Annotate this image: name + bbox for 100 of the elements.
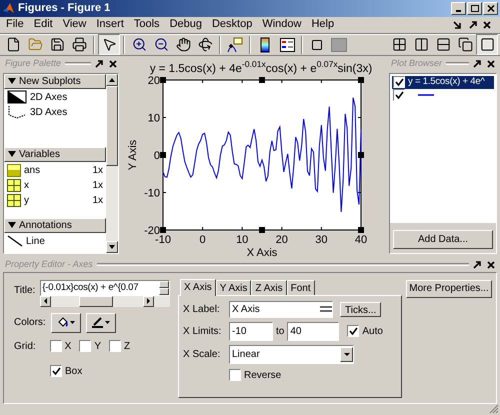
field-label: Colors: [14,316,46,330]
palette-item[interactable]: ans [24,162,40,178]
close-icon[interactable] [483,20,491,29]
tab[interactable]: Font [286,280,315,295]
menu-item[interactable]: Help [306,16,340,33]
close-icon[interactable] [487,60,495,68]
dock-arrow-icon[interactable] [453,20,461,29]
folder-icon [28,37,42,52]
pointer-icon [102,37,116,52]
plot-area[interactable] [162,79,362,230]
checkbox[interactable] [347,325,360,338]
field-label: X Limits: [183,324,222,339]
menu-item[interactable]: View [58,16,92,33]
chart-title: y = 1.5cos(x) + 4e$^{-0.01x}$cos(x) + e$^{0.07x}$sin(3x) [150,60,372,76]
close-button[interactable] [483,2,498,15]
field-label: Title: [14,284,36,298]
variable-size: 1x [92,194,103,208]
selection-handle[interactable] [160,76,166,83]
fill-color-button[interactable] [50,312,81,333]
panel-icon [331,38,347,52]
panel-title: Property Editor - Axes [5,258,93,271]
section-title: New Subplots [19,74,81,89]
checkbox-label: Y [94,340,102,354]
app-logo-icon [2,2,15,15]
tick-label: 30 [315,234,328,246]
checkbox[interactable] [50,340,62,352]
more-properties-button[interactable]: More Properties... [406,280,492,298]
panel-title: Figure Palette [5,56,62,70]
menu-item[interactable]: Window [257,16,306,33]
add-data-button[interactable]: Add Data... [393,230,493,249]
caret-icon [104,321,110,324]
line-color-button[interactable] [86,312,116,333]
tab[interactable]: Y Axis [216,280,252,295]
range-separator: to [276,324,284,339]
undock-arrow-icon[interactable] [473,260,481,269]
undock-arrow-icon[interactable] [473,60,481,68]
close-icon [486,4,494,12]
tick-label: 20 [148,74,160,87]
checkbox-label: X [64,340,72,354]
checkbox-label: Reverse [244,368,282,383]
vertical-scrollbar[interactable] [106,74,118,253]
expand-triangle-icon[interactable] [8,221,16,230]
tab[interactable]: X Axis [180,278,216,296]
undock-arrow-icon[interactable] [469,20,477,29]
palette-item[interactable]: x [24,178,29,193]
tick-label: 0 [154,150,160,162]
hand-icon [176,37,190,52]
save-icon [50,37,64,52]
selection-handle[interactable] [160,152,166,158]
checkbox[interactable] [79,340,92,352]
data-line[interactable] [162,96,362,212]
checkbox-label: Box [65,364,82,379]
tab[interactable]: Z Axis [251,280,287,295]
scale-dropdown[interactable]: Linear [229,344,354,364]
toolbar-button[interactable] [98,34,120,56]
section-title: Variables [19,148,60,162]
menu-item[interactable]: File [1,16,29,33]
palette-item[interactable]: 3D Axes [30,104,68,120]
menu-item[interactable]: Debug [164,16,207,33]
expand-triangle-icon[interactable] [8,77,16,86]
single-layout-icon [480,37,494,52]
checkbox[interactable] [50,365,62,378]
close-icon[interactable] [109,60,117,68]
axis-label: Y Axis [127,140,139,170]
close-icon[interactable] [487,260,495,269]
field-label: Grid: [14,340,36,354]
x-max-field[interactable]: 40 [287,322,340,341]
horizontal-scrollbar[interactable] [40,296,170,307]
tick-label: 10 [148,112,160,124]
toolbar-button[interactable] [476,34,498,56]
checkbox-label: Auto [362,324,383,339]
section-header[interactable]: New Subplots [4,74,106,89]
caret-icon [70,321,75,324]
ticks-button[interactable]: Ticks... [340,302,382,317]
checkbox[interactable] [393,76,405,88]
x-min-field[interactable]: -10 [229,322,273,341]
section-header[interactable]: Annotations [4,218,106,233]
palette-item[interactable]: 2D Axes [30,90,68,105]
maximize-button[interactable] [467,2,482,15]
minimize-button[interactable] [451,2,466,15]
menu-item[interactable]: Edit [28,16,58,33]
plot-browser-item[interactable]: y = 1.5cos(x) + 4e^ [392,76,494,89]
undock-arrow-icon[interactable] [95,60,103,68]
line-icon [7,235,23,248]
menu-item[interactable]: Insert [91,16,129,33]
checkbox[interactable] [229,369,241,382]
menu-item[interactable]: Desktop [206,16,258,33]
colorbar-icon [260,36,270,53]
palette-item[interactable]: Line [26,234,45,249]
new-file-icon [6,37,20,52]
selection-handle[interactable] [160,226,166,233]
selection-handle[interactable] [259,76,265,83]
field-label: X Label: [183,302,221,317]
expand-triangle-icon[interactable] [8,150,16,158]
menu-item[interactable]: Tools [128,16,165,33]
section-header[interactable]: Variables [4,146,106,162]
checkbox[interactable] [109,340,122,352]
palette-item[interactable]: y [24,192,29,208]
selection-handle[interactable] [358,76,364,83]
paint-bucket-icon [56,317,68,328]
